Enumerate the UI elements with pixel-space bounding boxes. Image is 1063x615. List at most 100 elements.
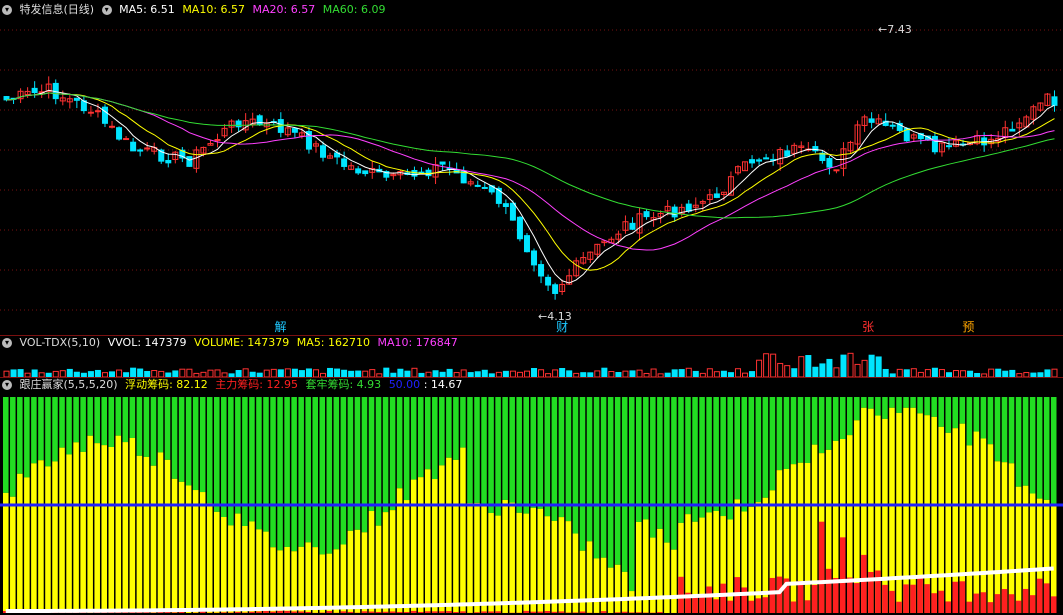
floating-chip-bar [136, 455, 143, 613]
trapped-chip-bar [523, 397, 529, 514]
floating-chip-bar [108, 446, 115, 613]
volume-bar [137, 368, 144, 377]
floating-chip-bar [59, 447, 65, 613]
trapped-chip-bar [305, 397, 311, 543]
trapped-chip-bar [987, 397, 994, 445]
candle-body [545, 276, 552, 286]
candle-body [481, 186, 488, 189]
main-force-chip-bar [741, 587, 748, 613]
trapped-chip-bar [417, 397, 424, 478]
volume-panel[interactable]: ▾ VOL-TDX(5,10) VVOL: 147379 VOLUME: 147… [0, 335, 1063, 377]
main-force-chip-bar [277, 610, 283, 613]
candle-body [235, 120, 242, 128]
main-force-chip-bar [797, 581, 804, 613]
candle-body [291, 128, 298, 133]
trapped-chip-bar [854, 397, 860, 421]
trapped-chip-bar [628, 397, 635, 592]
candle-body [256, 115, 263, 126]
level-50-label: 50.00 [388, 378, 421, 391]
chip-distribution-panel[interactable]: ▾ 跟庄赢家(5,5,5,20) 浮动筹码: 82.12 主力筹码: 12.95… [0, 377, 1063, 615]
floating-chip-bar [453, 459, 459, 613]
trapped-chip-bar [199, 397, 206, 493]
price-chart-panel[interactable]: ▾ 特发信息(日线) ▾ MA5: 6.51 MA10: 6.57 MA20: … [0, 0, 1063, 335]
candle-body [341, 158, 348, 167]
main-force-chip-bar [389, 611, 396, 613]
main-force-chip-bar [171, 612, 178, 613]
candle-body [130, 141, 137, 152]
candlestick-chart[interactable]: ←7.43←4.13解财张预 [0, 0, 1063, 335]
main-force-chip-bar [966, 601, 973, 613]
trapped-chip-bar [537, 397, 544, 509]
trapped-chip-bar [734, 397, 740, 500]
volume-bar [988, 368, 995, 377]
candle-body [320, 145, 327, 158]
settings-icon[interactable]: ▾ [2, 5, 12, 15]
main-force-chip-bar [551, 611, 558, 613]
trapped-chip-bar [185, 397, 192, 486]
floating-chip-bar [579, 550, 586, 613]
main-force-chip-bar [396, 611, 403, 613]
floating-chip-bar [87, 435, 93, 613]
trapped-chip-bar [178, 397, 185, 482]
candle-body [756, 159, 763, 162]
candle-body [31, 87, 38, 94]
trapped-chip-bar [741, 397, 748, 512]
floating-chip-bar [748, 506, 755, 613]
floating-chip-bar [657, 528, 663, 613]
ma20-label: MA20: 6.57 [252, 3, 316, 16]
floating-chip-bar [361, 532, 368, 613]
trapped-chip-bar [38, 397, 44, 461]
main-force-chip-bar [790, 601, 797, 613]
vvol-label: VVOL: 147379 [107, 336, 187, 349]
main-force-chip-bar [558, 611, 565, 613]
candle-body [186, 156, 193, 167]
volume-bar [910, 368, 917, 377]
volume-bar [798, 356, 805, 377]
settings-icon[interactable]: ▾ [101, 5, 112, 15]
volume-bar [186, 368, 193, 377]
volume-bar [341, 369, 348, 377]
main-force-chip-bar [249, 611, 255, 613]
main-force-chip-bar [980, 592, 987, 613]
trapped-chip-bar [650, 397, 656, 538]
floating-chip-bar [980, 438, 987, 613]
floating-chip-bar [945, 432, 951, 613]
main-force-chip-bar [1050, 596, 1057, 613]
trapped-chip-bar [284, 397, 290, 547]
trapped-chip-bar [811, 397, 818, 445]
floating-chips-label: 浮动筹码: 82.12 [125, 378, 208, 391]
candle-body [552, 284, 559, 294]
trapped-chip-bar [924, 397, 930, 416]
main-force-chip-bar [537, 611, 544, 613]
trapped-chip-bar [17, 397, 23, 474]
volume-bar [770, 353, 777, 377]
candle-body [425, 169, 432, 177]
main-force-chip-bar [544, 611, 551, 613]
floating-chip-bar [931, 416, 937, 613]
trapped-chip-bar [206, 397, 213, 504]
floating-chip-bar [115, 435, 122, 613]
floating-chip-bar [354, 529, 361, 613]
volume-bar [678, 369, 685, 377]
floating-chip-bar [889, 407, 895, 613]
candle-body [109, 125, 116, 128]
floating-chip-bar [242, 525, 248, 613]
main-force-chip-bar [882, 584, 888, 613]
settings-icon[interactable]: ▾ [2, 338, 12, 348]
main-force-chip-bar [439, 611, 445, 613]
floating-chip-bar [403, 500, 410, 613]
floating-chip-bar [474, 502, 480, 613]
trapped-chip-bar [10, 397, 16, 497]
trapped-chip-bar [600, 397, 607, 558]
volume-bar [327, 367, 334, 377]
main-force-chip-bar [811, 584, 818, 613]
floating-chip-bar [467, 503, 473, 613]
floating-chip-bar [101, 445, 107, 613]
main-force-chip-bar [657, 612, 663, 613]
main-force-chip-bar [804, 600, 811, 613]
settings-icon[interactable]: ▾ [2, 380, 12, 390]
main-force-chip-bar [305, 611, 311, 613]
trapped-chip-bar [959, 397, 966, 424]
white-line-label: : 14.67 [423, 378, 463, 391]
trapped-chip-bar [945, 397, 951, 433]
